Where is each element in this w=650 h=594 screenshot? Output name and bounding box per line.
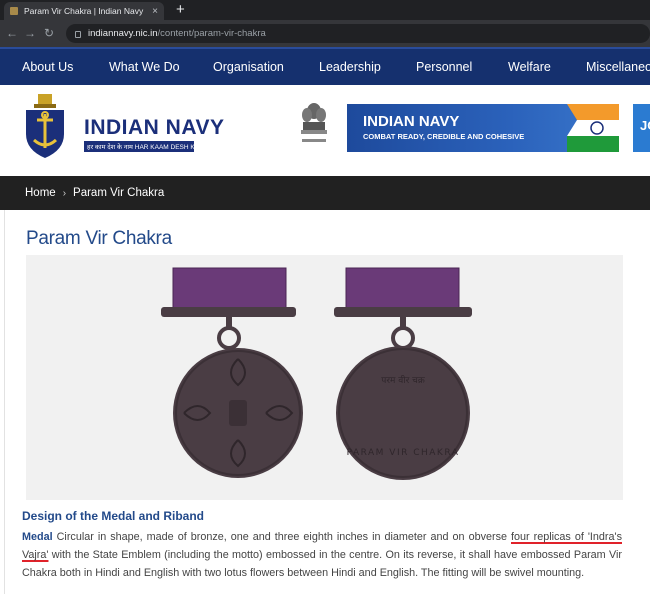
description-paragraph: Medal Circular in shape, made of bronze,… [22, 528, 622, 582]
medal-english-text: PARAM VIR CHAKRA [347, 448, 460, 458]
site-main-nav: About Us What We Do Organisation Leaders… [0, 47, 650, 85]
forward-arrow-icon[interactable]: → [24, 25, 36, 41]
reload-icon[interactable]: ↻ [44, 25, 54, 41]
breadcrumb-separator: › [62, 187, 67, 199]
breadcrumb: Home › Param Vir Chakra [0, 176, 650, 210]
brand-motto: हर काम देश के नाम HAR KAAM DESH KE NAAM [84, 141, 194, 152]
new-tab-icon[interactable]: + [176, 1, 185, 19]
nav-leadership[interactable]: Leadership [319, 49, 381, 85]
para-text-1: Circular in shape, made of bronze, one a… [52, 531, 511, 543]
breadcrumb-current: Param Vir Chakra [73, 187, 165, 199]
medal-hindi-text: परम वीर चक्र [381, 374, 426, 386]
browser-tab-strip: Param Vir Chakra | Indian Navy × + [0, 0, 650, 20]
tab-title: Param Vir Chakra | Indian Navy [24, 6, 144, 16]
banner-subtitle: COMBAT READY, CREDIBLE AND COHESIVE [363, 132, 525, 141]
page-title: Param Vir Chakra [26, 228, 172, 249]
medal-image-panel: परम वीर चक्र PARAM VIR CHAKRA [26, 255, 623, 500]
indian-flag-icon [567, 104, 619, 152]
tab-close-icon[interactable]: × [152, 6, 158, 17]
breadcrumb-home[interactable]: Home [25, 187, 56, 199]
url-text: indiannavy.nic.in/content/param-vir-chak… [88, 28, 266, 39]
nav-what-we-do[interactable]: What We Do [109, 49, 180, 85]
url-field[interactable]: indiannavy.nic.in/content/param-vir-chak… [66, 24, 650, 43]
brand-name: INDIAN NAVY [84, 116, 225, 139]
nav-personnel[interactable]: Personnel [416, 49, 472, 85]
favicon-icon [10, 7, 18, 15]
nav-organisation[interactable]: Organisation [213, 49, 284, 85]
browser-tab[interactable]: Param Vir Chakra | Indian Navy × [4, 2, 164, 20]
state-emblem-icon [301, 103, 327, 142]
nav-about-us[interactable]: About Us [22, 49, 73, 85]
back-arrow-icon[interactable]: ← [6, 25, 18, 41]
address-bar-row: ← → ↻ indiannavy.nic.in/content/param-vi… [0, 20, 650, 47]
nav-miscellaneous[interactable]: Miscellaneous [586, 49, 650, 85]
site-header: INDIAN NAVY हर काम देश के नाम HAR KAAM D… [0, 85, 650, 176]
medal-image: परम वीर चक्र PARAM VIR CHAKRA [161, 267, 472, 480]
navy-banner[interactable]: INDIAN NAVY COMBAT READY, CREDIBLE AND C… [347, 104, 619, 152]
medal-reverse: परम वीर चक्र PARAM VIR CHAKRA [334, 267, 472, 480]
medal-obverse [161, 267, 303, 478]
navy-crest-logo[interactable] [22, 94, 68, 160]
banner-title: INDIAN NAVY [363, 113, 460, 130]
secondary-banner[interactable]: JO [633, 104, 650, 152]
brand-block[interactable]: INDIAN NAVY हर काम देश के नाम HAR KAAM D… [84, 117, 224, 152]
section-heading: Design of the Medal and Riband [22, 509, 205, 523]
para-label: Medal [22, 531, 53, 543]
lock-icon [75, 31, 81, 38]
para-text-2: with the State Emblem (including the mot… [22, 549, 622, 579]
nav-welfare[interactable]: Welfare [508, 49, 551, 85]
